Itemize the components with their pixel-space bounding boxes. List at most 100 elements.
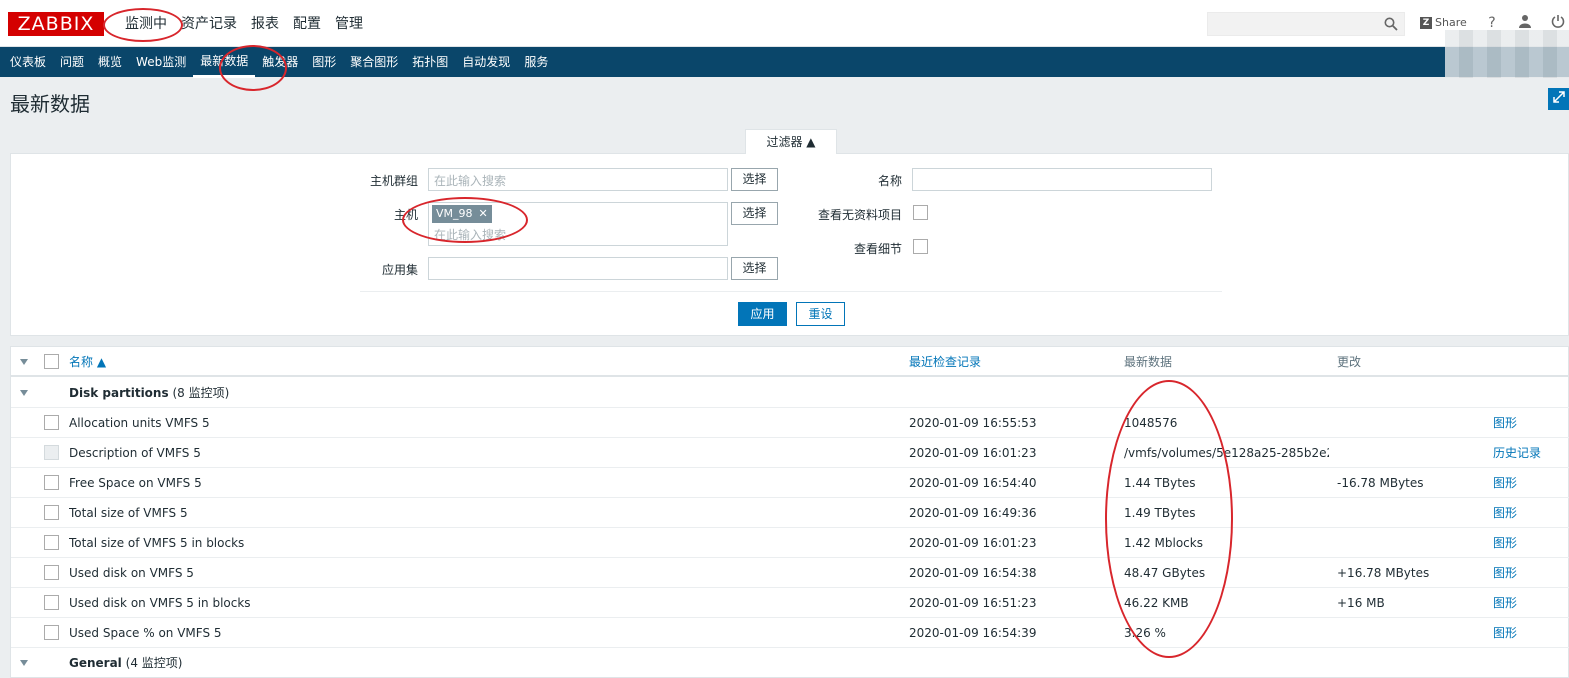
main-menu: 监测中 资产记录 报表 配置 管理 — [118, 14, 370, 34]
show-no-data-checkbox[interactable] — [913, 205, 928, 220]
menu-configuration[interactable]: 配置 — [286, 14, 328, 34]
graph-link[interactable]: 图形 — [1493, 558, 1517, 588]
item-name: Total size of VMFS 5 — [69, 506, 188, 520]
menu-inventory[interactable]: 资产记录 — [174, 14, 244, 34]
table-row: Used Space % on VMFS 5 2020-01-09 16:54:… — [11, 618, 1569, 648]
filter-divider — [360, 291, 1222, 292]
redacted-area — [1445, 30, 1569, 78]
name-label: 名称 — [877, 174, 902, 188]
show-no-data-label: 查看无资料项目 — [817, 208, 902, 222]
tab-overview[interactable]: 概览 — [91, 47, 129, 78]
tab-maps[interactable]: 拓扑图 — [405, 47, 455, 78]
item-name: Allocation units VMFS 5 — [69, 416, 210, 430]
tab-web[interactable]: Web监测 — [129, 47, 193, 78]
group-name: Disk partitions — [69, 386, 169, 400]
item-last-check: 2020-01-09 16:01:23 — [909, 446, 1037, 460]
tab-problems[interactable]: 问题 — [53, 47, 91, 78]
apply-button[interactable]: 应用 — [738, 302, 787, 326]
host-group-label: 主机群组 — [369, 174, 418, 188]
search-icon[interactable] — [1384, 17, 1398, 31]
host-label: 主机 — [393, 208, 418, 222]
fullscreen-icon — [1552, 91, 1565, 103]
tab-triggers[interactable]: 触发器 — [255, 47, 305, 78]
collapse-group-icon[interactable] — [20, 660, 28, 666]
application-select-button[interactable]: 选择 — [731, 257, 778, 280]
menu-reports[interactable]: 报表 — [244, 14, 286, 34]
item-last-value: 48.47 GBytes — [1124, 566, 1206, 580]
item-name: Used disk on VMFS 5 — [69, 566, 194, 580]
column-last-value: 最新数据 — [1124, 355, 1173, 369]
table-row: Used disk on VMFS 5 2020-01-09 16:54:38 … — [11, 558, 1569, 588]
reset-button[interactable]: 重设 — [796, 302, 845, 326]
column-change: 更改 — [1337, 355, 1362, 369]
item-last-value: 1.44 TBytes — [1124, 476, 1196, 490]
item-name: Used Space % on VMFS 5 — [69, 626, 222, 640]
graph-link[interactable]: 图形 — [1493, 618, 1517, 648]
row-checkbox[interactable] — [44, 475, 59, 490]
show-details-checkbox[interactable] — [913, 239, 928, 254]
host-select-button[interactable]: 选择 — [731, 202, 778, 225]
item-last-check: 2020-01-09 16:51:23 — [909, 596, 1037, 610]
row-checkbox[interactable] — [44, 415, 59, 430]
item-last-value: 1048576 — [1124, 416, 1178, 430]
item-last-check: 2020-01-09 16:54:38 — [909, 566, 1037, 580]
menu-monitoring[interactable]: 监测中 — [118, 14, 174, 34]
column-name[interactable]: 名称 ▲ — [69, 347, 106, 377]
filter-toggle-tab[interactable]: 过滤器 ▲ — [745, 129, 837, 154]
graph-link[interactable]: 图形 — [1493, 528, 1517, 558]
column-last-check[interactable]: 最近检查记录 — [909, 347, 981, 377]
host-tag: VM_98 ✕ — [432, 205, 492, 223]
remove-tag-icon[interactable]: ✕ — [479, 205, 488, 223]
name-input[interactable] — [912, 168, 1212, 191]
row-checkbox[interactable] — [44, 625, 59, 640]
graph-link[interactable]: 图形 — [1493, 588, 1517, 618]
group-count: (8 监控项) — [172, 386, 230, 400]
group-count: (4 监控项) — [125, 656, 183, 670]
table-header: 名称 ▲ 最近检查记录 最新数据 更改 — [11, 347, 1569, 377]
item-last-check: 2020-01-09 16:49:36 — [909, 506, 1037, 520]
share-icon: Z — [1420, 16, 1432, 29]
zabbix-logo[interactable]: ZABBIX — [8, 12, 104, 36]
graph-link[interactable]: 图形 — [1493, 498, 1517, 528]
show-details-label: 查看细节 — [853, 242, 902, 256]
fullscreen-button[interactable] — [1548, 88, 1569, 110]
table-row: Total size of VMFS 5 2020-01-09 16:49:36… — [11, 498, 1569, 528]
select-all-checkbox[interactable] — [44, 354, 59, 369]
tab-latest-data[interactable]: 最新数据 — [193, 47, 256, 78]
item-last-value: 3.26 % — [1124, 626, 1166, 640]
row-checkbox[interactable] — [44, 505, 59, 520]
graph-link[interactable]: 图形 — [1493, 468, 1517, 498]
menu-administration[interactable]: 管理 — [328, 14, 370, 34]
group-label: General (4 监控项) — [69, 648, 182, 678]
page-title: 最新数据 — [10, 92, 90, 116]
row-checkbox[interactable] — [44, 565, 59, 580]
tab-screens[interactable]: 聚合图形 — [343, 47, 405, 78]
history-link[interactable]: 历史记录 — [1493, 438, 1541, 468]
row-checkbox[interactable] — [44, 535, 59, 550]
item-name: Total size of VMFS 5 in blocks — [69, 536, 245, 550]
item-last-check: 2020-01-09 16:55:53 — [909, 416, 1037, 430]
row-checkbox[interactable] — [44, 445, 59, 460]
collapse-all-icon[interactable] — [20, 359, 28, 365]
row-checkbox[interactable] — [44, 595, 59, 610]
global-search-input[interactable] — [1207, 12, 1405, 36]
item-change: +16.78 MBytes — [1337, 566, 1430, 580]
host-group-input[interactable]: 在此输入搜索 — [428, 168, 728, 191]
item-last-value: 1.42 Mblocks — [1124, 536, 1203, 550]
application-label: 应用集 — [381, 263, 418, 277]
sub-navigation: 仪表板 问题 概览 Web监测 最新数据 触发器 图形 聚合图形 拓扑图 自动发… — [0, 47, 1569, 78]
share-button[interactable]: Z Share — [1420, 16, 1467, 29]
item-name: Used disk on VMFS 5 in blocks — [69, 596, 251, 610]
tab-graphs[interactable]: 图形 — [305, 47, 343, 78]
host-tag-label: VM_98 — [436, 207, 473, 220]
tab-services[interactable]: 服务 — [517, 47, 555, 78]
collapse-group-icon[interactable] — [20, 390, 28, 396]
application-input[interactable] — [428, 257, 728, 280]
table-row: Description of VMFS 5 2020-01-09 16:01:2… — [11, 438, 1569, 468]
graph-link[interactable]: 图形 — [1493, 408, 1517, 438]
filter-panel — [10, 153, 1569, 336]
tab-dashboard[interactable]: 仪表板 — [3, 47, 53, 78]
tab-discovery[interactable]: 自动发现 — [455, 47, 517, 78]
host-group-select-button[interactable]: 选择 — [731, 168, 778, 191]
item-last-value: /vmfs/volumes/5e128a25-285b2e2… — [1124, 446, 1329, 460]
